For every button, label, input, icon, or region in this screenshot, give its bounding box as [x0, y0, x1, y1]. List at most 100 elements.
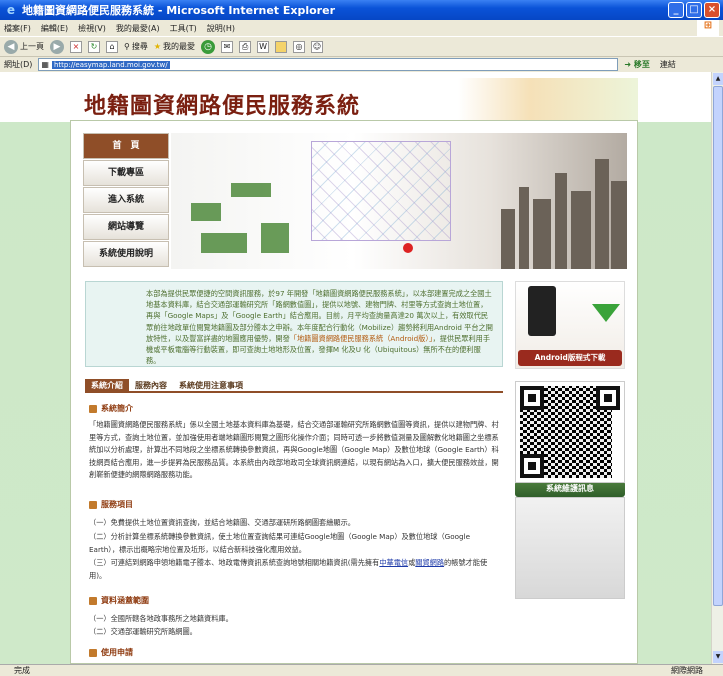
intro-box: 本部為提供民眾便捷的空間資訊服務，於97 年開發「地籍圖資網路便民服務系統」，以…	[85, 281, 503, 367]
menu-bar: 檔案(F) 編輯(E) 檢視(V) 我的最愛(A) 工具(T) 說明(H) ⊞	[0, 20, 723, 36]
back-button[interactable]: ◀ 上一頁	[4, 39, 44, 54]
scroll-down-icon[interactable]: ▼	[713, 651, 723, 663]
tab-notes[interactable]: 系統使用注意事項	[173, 379, 249, 391]
status-bar: 完成 網際網路	[0, 664, 723, 676]
window-titlebar: e 地籍圖資網路便民服務系統 - Microsoft Internet Expl…	[0, 0, 723, 20]
tab-introduction[interactable]: 系統介紹	[85, 379, 129, 391]
chunghwa-link[interactable]: 中華電信	[379, 558, 408, 567]
download-arrow-icon	[592, 304, 620, 322]
nav-enter-system[interactable]: 進入系統	[83, 187, 169, 213]
section-title: 使用申請	[101, 648, 133, 657]
cadastral-map-overlay	[311, 141, 451, 241]
forward-button[interactable]: ▶	[50, 39, 64, 54]
qr-code	[515, 381, 625, 483]
back-arrow-icon: ◀	[4, 39, 18, 54]
site-banner: 地籍圖資網路便民服務系統	[68, 78, 638, 120]
stop-icon[interactable]: ×	[70, 40, 82, 53]
section-bullet-icon	[89, 596, 97, 605]
address-label: 網址(D)	[4, 60, 33, 69]
page-icon: ▦	[41, 60, 49, 69]
mail-icon[interactable]: ✉	[221, 40, 234, 53]
menu-tools[interactable]: 工具(T)	[170, 23, 197, 34]
content-tabs: 系統介紹 服務內容 系統使用注意事項	[85, 379, 503, 393]
maintenance-notice-panel	[515, 497, 625, 599]
section-title: 服務項目	[101, 500, 133, 509]
section-heading: 系統簡介	[89, 403, 133, 414]
main-nav: 首 頁 下載專區 進入系統 網站導覽 系統使用說明	[83, 133, 169, 268]
close-button[interactable]: ×	[704, 2, 720, 18]
tradevan-link[interactable]: 關貿網路	[415, 558, 444, 567]
security-zone: 網際網路	[671, 666, 703, 675]
tab-services[interactable]: 服務內容	[129, 379, 173, 391]
nav-sitemap[interactable]: 網站導覽	[83, 214, 169, 240]
phone-icon	[528, 286, 556, 336]
list-item: （一）免費提供土地位置資訊查詢，並結合地籍圖、交通部運研所路網圖套繪顯示。	[89, 518, 355, 527]
list-item: （三）可連結到網路申領地籍電子謄本、地政電傳資訊系統查詢地號相關地籍資訊(需先擁…	[89, 557, 499, 582]
go-label: 移至	[633, 60, 650, 69]
address-bar: 網址(D) ▦ http://easymap.land.moi.gov.tw/ …	[0, 56, 723, 72]
windows-flag-icon: ⊞	[697, 20, 719, 36]
status-text: 完成	[14, 666, 30, 675]
address-input[interactable]: ▦ http://easymap.land.moi.gov.tw/	[38, 58, 619, 71]
sidebar: Android版程式下載 系統維護訊息	[515, 281, 625, 599]
section-bullet-icon	[89, 500, 97, 509]
maximize-button[interactable]: □	[686, 2, 702, 18]
scroll-thumb[interactable]	[713, 86, 723, 606]
address-url: http://easymap.land.moi.gov.tw/	[51, 60, 170, 69]
print-icon[interactable]: ⎙	[239, 40, 252, 53]
window-title: 地籍圖資網路便民服務系統 - Microsoft Internet Explor…	[22, 4, 335, 17]
list-item-text: （三）可連結到網路申領地籍電子謄本、地政電傳資訊系統查詢地號相關地籍資訊(需先擁…	[89, 558, 380, 567]
minimize-button[interactable]: _	[668, 2, 684, 18]
history-icon[interactable]: ◷	[201, 39, 216, 54]
links-button[interactable]: 連結	[660, 59, 676, 70]
messenger-icon[interactable]: ☺	[311, 40, 324, 53]
search-label: 搜尋	[131, 42, 148, 51]
go-button[interactable]: ➜ 移至	[624, 59, 650, 70]
vertical-scrollbar[interactable]: ▲ ▼	[711, 72, 723, 664]
scroll-up-icon[interactable]: ▲	[713, 73, 723, 85]
folder-icon[interactable]	[275, 40, 288, 53]
location-pin-icon	[403, 243, 413, 253]
section-text: 「地籍圖資網路便民服務系統」係以全國土地基本資料庫為基礎，結合交通部運輸研究所路…	[89, 420, 499, 480]
section-bullet-icon	[89, 648, 97, 657]
research-icon[interactable]: ◎	[293, 40, 306, 53]
site-title: 地籍圖資網路便民服務系統	[84, 93, 361, 119]
menu-help[interactable]: 說明(H)	[207, 23, 235, 34]
back-label: 上一頁	[20, 42, 44, 51]
list-item: （二）分析計算坐標系統轉換參數資訊，使土地位置查詢結果可連結Google地圖（G…	[89, 532, 470, 554]
favorites-label: 我的最愛	[163, 42, 196, 51]
ie-logo-icon: e	[6, 3, 16, 17]
toolbar: ◀ 上一頁 ▶ × ↻ ⌂ ⚲ 搜尋 ★ 我的最愛 ◷ ✉ ⎙ W ◎ ☺	[0, 36, 723, 56]
section-heading: 使用申請	[89, 647, 133, 658]
search-button[interactable]: ⚲ 搜尋	[124, 41, 148, 52]
banner-city-image	[458, 78, 638, 120]
content-panel: 首 頁 下載專區 進入系統 網站導覽 系統使用說明 本部為提供民眾便捷的空間資訊…	[70, 120, 638, 664]
refresh-icon[interactable]: ↻	[88, 40, 100, 53]
menu-file[interactable]: 檔案(F)	[4, 23, 31, 34]
search-icon: ⚲	[124, 42, 130, 51]
android-download-label: Android版程式下載	[518, 350, 622, 366]
star-icon: ★	[153, 42, 162, 51]
intro-android-highlight: 「地籍圖資網路便民服務系統（Android版）」	[289, 333, 433, 343]
section-bullet-icon	[89, 404, 97, 413]
home-icon[interactable]: ⌂	[106, 40, 118, 53]
menu-view[interactable]: 檢視(V)	[78, 23, 106, 34]
menu-favorites[interactable]: 我的最愛(A)	[116, 23, 160, 34]
nav-manual[interactable]: 系統使用說明	[83, 241, 169, 267]
list-item: （一）全國所轄各地政事務所之地籍資料庫。	[89, 614, 233, 623]
section-heading: 資料涵蓋範圍	[89, 595, 149, 606]
menu-edit[interactable]: 編輯(E)	[41, 23, 68, 34]
maintenance-notice-button[interactable]: 系統維護訊息	[515, 481, 625, 497]
hero-image	[171, 133, 627, 269]
android-download-banner[interactable]: Android版程式下載	[515, 281, 625, 369]
list-item: （二）交通部運輸研究所路網圖。	[89, 627, 197, 636]
section-title: 系統簡介	[101, 404, 133, 413]
forward-arrow-icon: ▶	[50, 39, 64, 54]
page-viewport: 地籍圖資網路便民服務系統 首 頁 下載專區 進入系統 網站導覽 系統使用說明 本…	[0, 72, 711, 664]
edit-icon[interactable]: W	[257, 40, 270, 53]
favorites-button[interactable]: ★ 我的最愛	[154, 41, 195, 52]
nav-download[interactable]: 下載專區	[83, 160, 169, 186]
section-title: 資料涵蓋範圍	[101, 596, 149, 605]
nav-home[interactable]: 首 頁	[83, 133, 169, 159]
section-heading: 服務項目	[89, 499, 133, 510]
